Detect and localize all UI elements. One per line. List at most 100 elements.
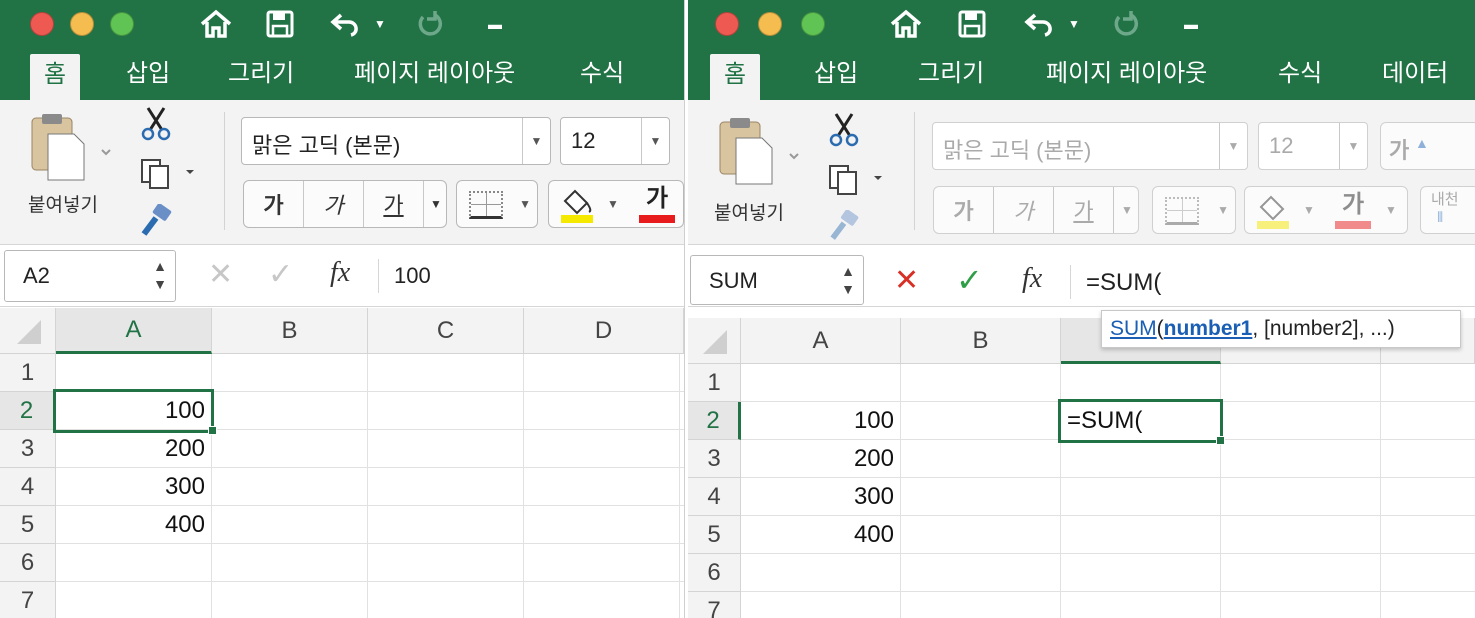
row-header-7[interactable]: 7 <box>688 592 741 618</box>
row-header-3[interactable]: 3 <box>688 440 741 478</box>
tooltip-arg-number1[interactable]: number1 <box>1164 317 1253 341</box>
close-window-button[interactable] <box>30 12 54 36</box>
copy-icon[interactable] <box>140 156 200 197</box>
cell-a5[interactable]: 400 <box>741 516 901 554</box>
format-painter-icon[interactable] <box>138 203 174 243</box>
column-header-b[interactable]: B <box>212 308 368 354</box>
tab-formulas[interactable]: 수식 <box>566 56 638 100</box>
cell-a2[interactable]: 100 <box>741 402 901 440</box>
cell-a3[interactable]: 200 <box>56 430 212 468</box>
formula-input[interactable]: =SUM( <box>1086 269 1161 297</box>
insert-function-icon[interactable]: fx <box>1022 263 1042 295</box>
cell-a4[interactable]: 300 <box>56 468 212 506</box>
insert-function-icon[interactable]: fx <box>330 257 350 289</box>
customize-toolbar-icon[interactable]: ▬ <box>1176 6 1206 42</box>
row-header-6[interactable]: 6 <box>688 554 741 592</box>
column-header-b[interactable]: B <box>901 318 1061 364</box>
cell-a7[interactable] <box>741 592 901 618</box>
tab-insert[interactable]: 삽입 <box>800 56 872 100</box>
enter-entry-icon[interactable]: ✓ <box>956 261 983 299</box>
underline-button[interactable]: 가 <box>364 181 424 227</box>
borders-icon <box>469 191 503 219</box>
row-header-6[interactable]: 6 <box>0 544 56 582</box>
cell-a5[interactable]: 400 <box>56 506 212 544</box>
cell-a1[interactable] <box>56 354 212 392</box>
undo-dropdown-icon[interactable]: ▼ <box>1066 6 1082 42</box>
column-header-a[interactable]: A <box>56 308 212 354</box>
cell-a7[interactable] <box>56 582 212 618</box>
name-box-stepper-icon[interactable]: ▲ ▼ <box>841 262 855 298</box>
column-header-a[interactable]: A <box>741 318 901 364</box>
undo-icon[interactable] <box>326 6 366 42</box>
select-all-button[interactable] <box>0 308 56 354</box>
tab-draw[interactable]: 그리기 <box>214 56 308 100</box>
italic-button[interactable]: 가 <box>304 181 364 227</box>
maximize-window-button[interactable] <box>110 12 134 36</box>
chevron-down-icon[interactable]: ▼ <box>607 197 619 211</box>
cut-icon[interactable] <box>140 106 172 147</box>
fill-color-icon[interactable] <box>557 185 597 225</box>
home-icon[interactable] <box>886 6 926 42</box>
save-icon[interactable] <box>952 6 992 42</box>
tab-page-layout[interactable]: 페이지 레이아웃 <box>340 56 529 100</box>
cancel-entry-icon[interactable]: ✕ <box>894 263 919 298</box>
chevron-down-icon[interactable]: ▼ <box>424 181 448 227</box>
paste-button[interactable] <box>710 114 800 194</box>
row-header-2[interactable]: 2 <box>0 392 56 430</box>
formula-bar: A2 ▲ ▼ ✕ ✓ fx 100 <box>0 245 684 307</box>
left-excel-window: ▼ ▬ 홈 삽입 그리기 페이지 레이아웃 수식 붙여넣기 맑은 고딕 (본문)… <box>0 0 684 618</box>
column-header-d[interactable]: D <box>524 308 684 354</box>
font-size-select[interactable]: 12 ▼ <box>560 117 670 165</box>
tooltip-function-link[interactable]: SUM <box>1110 317 1157 341</box>
fill-handle[interactable] <box>208 426 217 435</box>
borders-button[interactable]: ▼ <box>456 180 538 228</box>
home-icon[interactable] <box>196 6 236 42</box>
name-box-stepper-icon[interactable]: ▲ ▼ <box>153 257 167 293</box>
undo-icon[interactable] <box>1020 6 1060 42</box>
tab-page-layout[interactable]: 페이지 레이아웃 <box>1032 56 1221 100</box>
font-color-icon[interactable]: 가 <box>637 183 677 227</box>
row-header-4[interactable]: 4 <box>0 468 56 506</box>
paste-button[interactable] <box>22 110 112 190</box>
formula-input[interactable]: 100 <box>394 263 431 289</box>
row-header-1[interactable]: 1 <box>0 354 56 392</box>
name-box[interactable]: A2 ▲ ▼ <box>4 250 176 302</box>
tab-home[interactable]: 홈 <box>710 54 761 102</box>
row-header-4[interactable]: 4 <box>688 478 741 516</box>
row-header-1[interactable]: 1 <box>688 364 741 402</box>
cell-a3[interactable]: 200 <box>741 440 901 478</box>
font-name-select[interactable]: 맑은 고딕 (본문) ▼ <box>241 117 551 165</box>
cell-a6[interactable] <box>56 544 212 582</box>
tab-insert[interactable]: 삽입 <box>112 56 184 100</box>
editing-cell-c2[interactable]: =SUM( <box>1058 399 1223 443</box>
row-header-3[interactable]: 3 <box>0 430 56 468</box>
copy-icon[interactable] <box>828 162 888 203</box>
tab-data[interactable]: 데이터 <box>1368 56 1462 100</box>
row-header-7[interactable]: 7 <box>0 582 56 618</box>
font-name-select: 맑은 고딕 (본문) ▼ <box>932 122 1248 170</box>
minimize-window-button[interactable] <box>70 12 94 36</box>
tab-home[interactable]: 홈 <box>30 54 81 102</box>
undo-dropdown-icon[interactable]: ▼ <box>372 6 388 42</box>
select-all-button[interactable] <box>688 318 741 364</box>
empty-cells-b-d[interactable] <box>212 354 684 618</box>
close-window-button[interactable] <box>715 12 739 36</box>
font-name-value: 맑은 고딕 (본문) <box>943 138 1092 163</box>
cell-a4[interactable]: 300 <box>741 478 901 516</box>
row-header-2[interactable]: 2 <box>688 402 741 440</box>
tab-formulas[interactable]: 수식 <box>1264 56 1336 100</box>
minimize-window-button[interactable] <box>758 12 782 36</box>
cell-a1[interactable] <box>741 364 901 402</box>
fill-handle[interactable] <box>1216 436 1225 445</box>
maximize-window-button[interactable] <box>801 12 825 36</box>
cell-a6[interactable] <box>741 554 901 592</box>
cut-icon[interactable] <box>828 112 860 153</box>
customize-toolbar-icon[interactable]: ▬ <box>480 6 510 42</box>
tab-draw[interactable]: 그리기 <box>904 56 998 100</box>
save-icon[interactable] <box>260 6 300 42</box>
column-header-c[interactable]: C <box>368 308 524 354</box>
row-header-5[interactable]: 5 <box>0 506 56 544</box>
name-box[interactable]: SUM ▲ ▼ <box>690 255 864 305</box>
bold-button[interactable]: 가 <box>244 181 304 227</box>
row-header-5[interactable]: 5 <box>688 516 741 554</box>
